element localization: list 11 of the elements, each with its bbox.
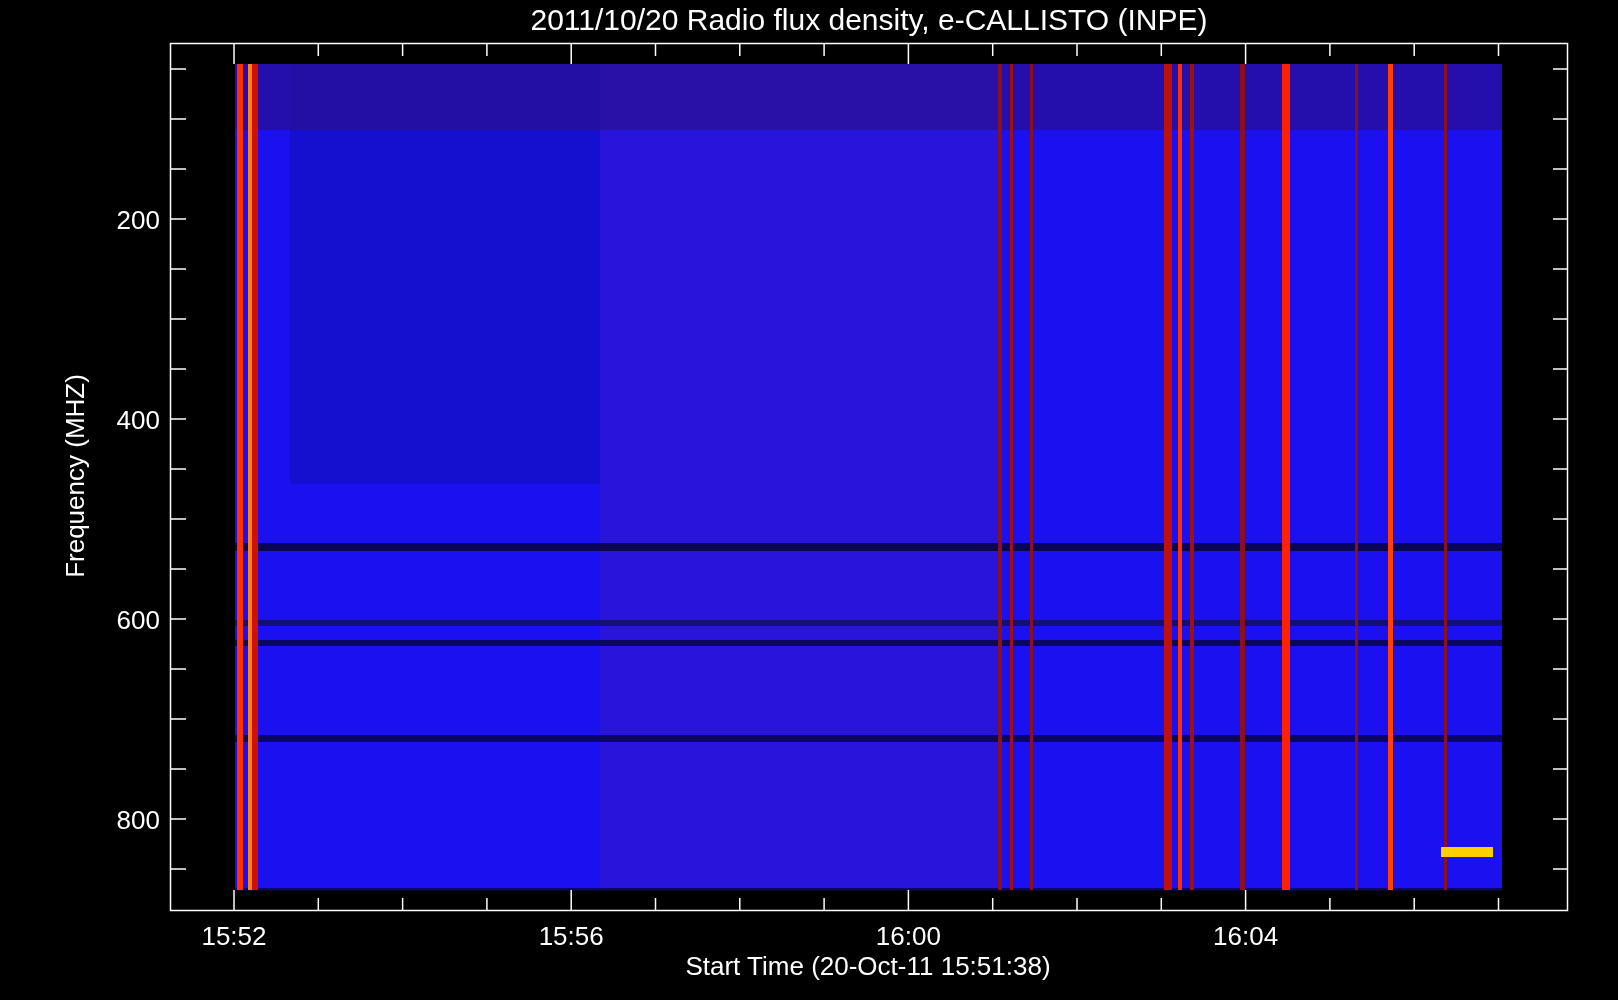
chart-title: 2011/10/20 Radio flux density, e-CALLISTO (INPE): [530, 3, 1208, 36]
y-tick-label: 200: [116, 205, 160, 235]
x-axis-label: Start Time (20-Oct-11 15:51:38): [685, 951, 1051, 981]
y-tick-label: 600: [116, 605, 160, 635]
x-tick-label: 16:04: [1213, 921, 1279, 951]
y-tick-label: 400: [116, 405, 160, 435]
y-axis-label: Frequency (MHZ): [60, 374, 90, 578]
x-tick-label: 15:52: [201, 921, 267, 951]
x-tick-label: 16:00: [875, 921, 941, 951]
y-tick-label: 800: [116, 805, 160, 835]
x-tick-label: 15:56: [538, 921, 604, 951]
